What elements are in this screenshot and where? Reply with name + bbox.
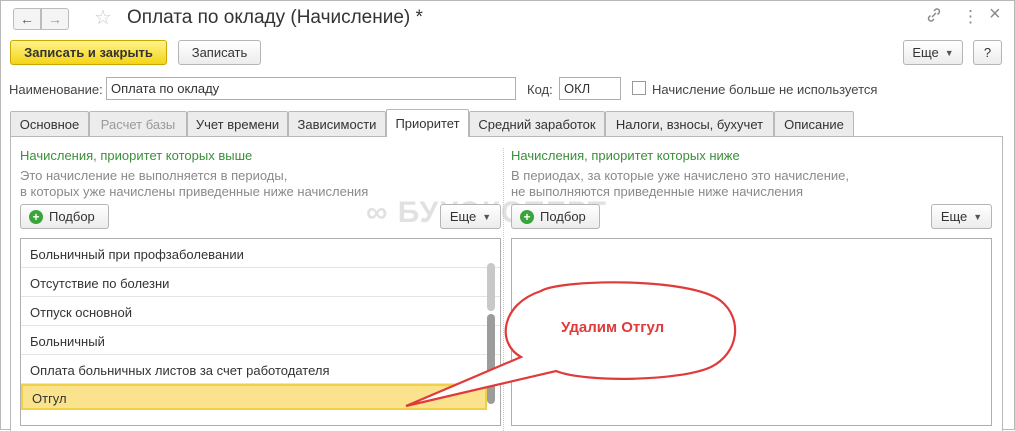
help-button[interactable]: ? — [973, 40, 1002, 65]
higher-priority-list[interactable]: Больничный при профзаболевании Отсутстви… — [20, 238, 501, 426]
list-item[interactable]: Больничный при профзаболевании — [21, 239, 500, 268]
right-desc-line-1: В периодах, за которые уже начислено это… — [511, 168, 849, 183]
right-more-button[interactable]: Еще ▼ — [931, 204, 992, 229]
unused-checkbox-label: Начисление больше не используется — [652, 82, 878, 97]
unused-checkbox[interactable] — [632, 81, 646, 95]
right-heading: Начисления, приоритет которых ниже — [511, 148, 740, 163]
left-desc-line-1: Это начисление не выполняется в периоды, — [20, 168, 288, 183]
arrow-right-icon: → — [48, 11, 62, 27]
more-button[interactable]: Еще ▼ — [903, 40, 963, 65]
save-button[interactable]: Записать — [178, 40, 261, 65]
tab-priority[interactable]: Приоритет — [386, 109, 469, 137]
window-title: Оплата по окладу (Начисление) * — [127, 7, 423, 28]
left-pick-button[interactable]: + Подбор — [20, 204, 109, 229]
document-window: ← → ☆ Оплата по окладу (Начисление) * ⋮ … — [0, 0, 1015, 431]
right-pick-label: Подбор — [540, 209, 586, 224]
list-scrollbar[interactable] — [487, 263, 495, 311]
list-item[interactable]: Отсутствие по болезни — [21, 268, 500, 297]
arrow-left-icon: ← — [20, 11, 34, 27]
list-item[interactable]: Отпуск основной — [21, 297, 500, 326]
left-pick-label: Подбор — [49, 209, 95, 224]
left-more-label: Еще — [449, 209, 477, 224]
caret-down-icon: ▼ — [482, 211, 492, 222]
right-description: В периодах, за которые уже начислено это… — [511, 168, 849, 200]
tab-average-earnings[interactable]: Средний заработок — [469, 111, 605, 136]
tab-description[interactable]: Описание — [774, 111, 854, 136]
left-description: Это начисление не выполняется в периоды,… — [20, 168, 368, 200]
column-divider — [503, 148, 504, 431]
save-and-close-button[interactable]: Записать и закрыть — [10, 40, 167, 65]
list-item-selected[interactable]: Отгул — [21, 384, 487, 410]
tab-taxes[interactable]: Налоги, взносы, бухучет — [605, 111, 774, 136]
list-item[interactable]: Оплата больничных листов за счет работод… — [21, 355, 500, 384]
more-vertical-icon[interactable]: ⋮ — [962, 7, 979, 27]
tab-main[interactable]: Основное — [10, 111, 89, 136]
more-button-label: Еще — [912, 45, 939, 60]
tab-dependencies[interactable]: Зависимости — [288, 111, 386, 136]
tab-base-calc: Расчет базы — [89, 111, 187, 136]
code-label: Код: — [527, 82, 553, 97]
tab-time-tracking[interactable]: Учет времени — [187, 111, 288, 136]
left-heading: Начисления, приоритет которых выше — [20, 148, 253, 163]
right-more-label: Еще — [940, 209, 968, 224]
code-field[interactable]: ОКЛ — [559, 77, 621, 100]
caret-down-icon: ▼ — [973, 211, 983, 222]
right-desc-line-2: не выполняются приведенные ниже начислен… — [511, 184, 804, 199]
right-pick-button[interactable]: + Подбор — [511, 204, 600, 229]
plus-icon: + — [520, 209, 534, 224]
plus-icon: + — [29, 209, 43, 224]
close-icon[interactable]: × — [989, 3, 1001, 26]
name-field[interactable]: Оплата по окладу — [106, 77, 516, 100]
caret-down-icon: ▼ — [944, 47, 954, 58]
name-label: Наименование: — [9, 82, 103, 97]
list-item[interactable]: Больничный — [21, 326, 500, 355]
forward-button[interactable]: → — [41, 8, 69, 30]
link-icon[interactable] — [926, 7, 942, 28]
left-more-button[interactable]: Еще ▼ — [440, 204, 501, 229]
list-scroll-thumb[interactable] — [487, 314, 495, 404]
owl-logo-icon: ∞ — [366, 196, 389, 229]
back-button[interactable]: ← — [13, 8, 41, 30]
callout-text: Удалим Отгул — [561, 319, 665, 336]
left-desc-line-2: в которых уже начислены приведенные ниже… — [20, 184, 369, 199]
star-icon[interactable]: ☆ — [94, 5, 112, 30]
